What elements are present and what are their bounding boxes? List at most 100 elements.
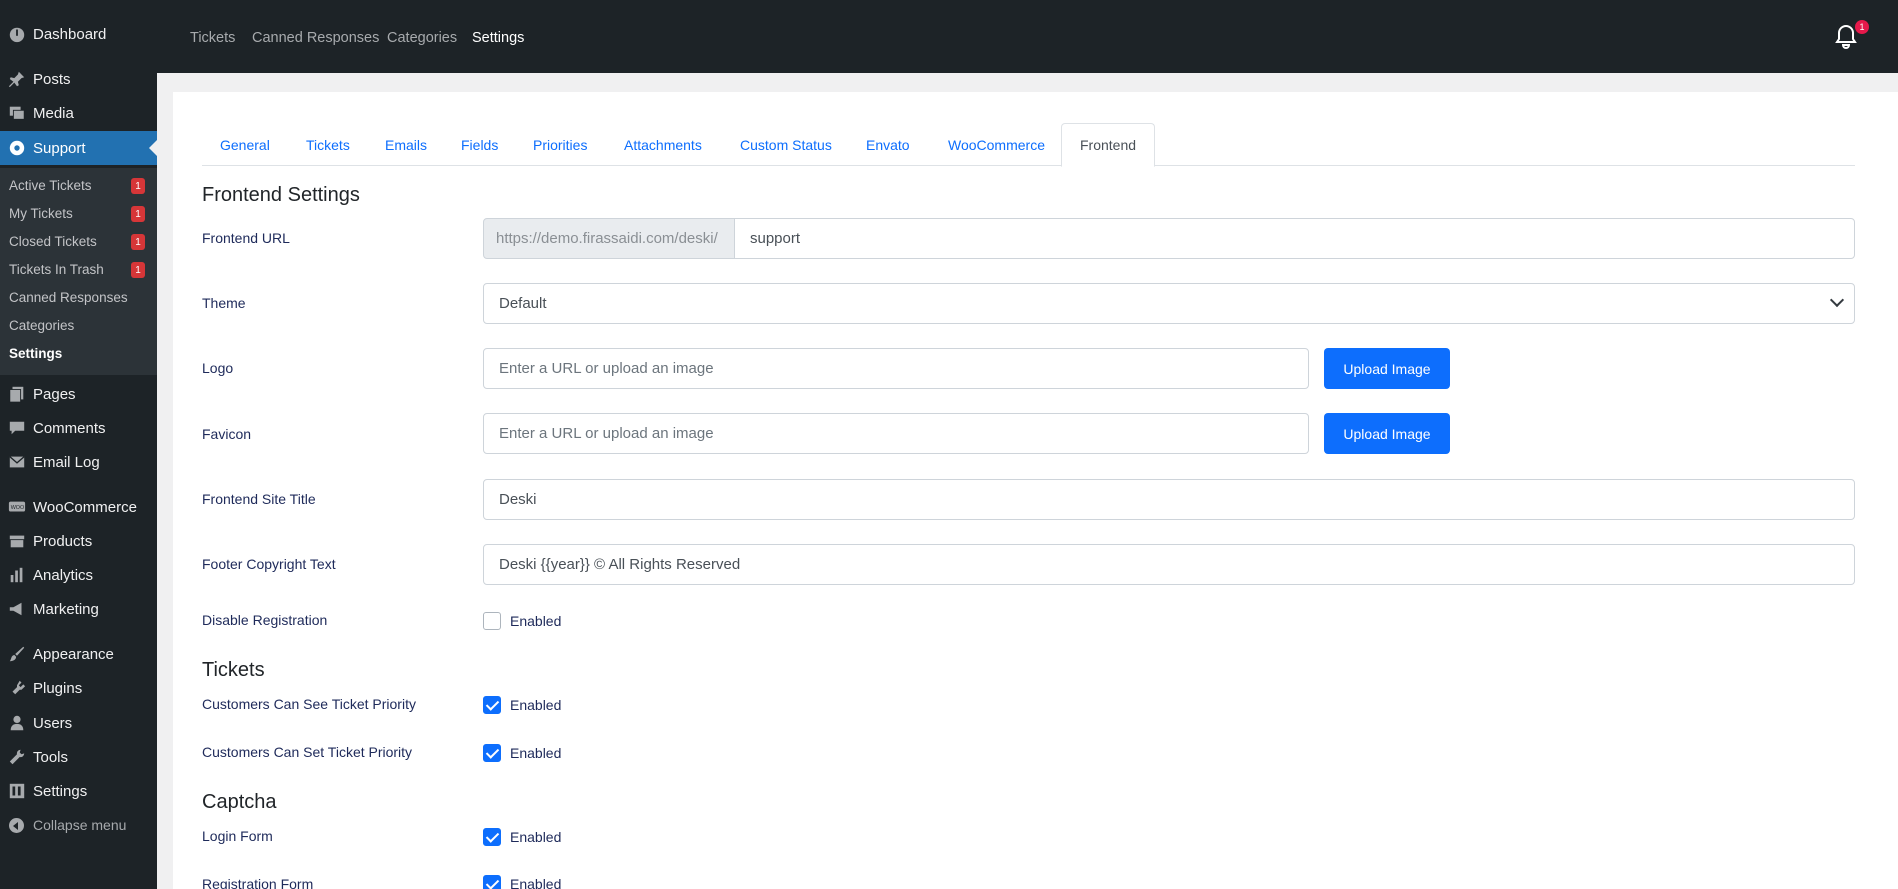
collapse-icon — [0, 817, 33, 833]
count-badge: 1 — [131, 178, 145, 194]
menu-woocommerce[interactable]: WOO WooCommerce — [0, 490, 157, 524]
menu-media[interactable]: Media — [0, 96, 157, 130]
set-priority-label: Customers Can Set Ticket Priority — [202, 744, 413, 760]
tab-envato[interactable]: Envato — [848, 123, 928, 166]
menu-label: Analytics — [33, 566, 94, 584]
wrench-icon — [0, 748, 33, 766]
menu-label: Comments — [33, 419, 106, 437]
support-icon — [0, 139, 33, 157]
tab-custom-status[interactable]: Custom Status — [722, 123, 850, 166]
top-link-canned-responses[interactable]: Canned Responses — [252, 30, 379, 46]
disable-registration-enabled-text: Enabled — [510, 613, 562, 629]
tab-tickets[interactable]: Tickets — [288, 123, 368, 166]
menu-label: Users — [33, 714, 73, 732]
favicon-input[interactable]: Enter a URL or upload an image — [483, 413, 1309, 454]
menu-label: Plugins — [33, 679, 83, 697]
menu-products[interactable]: Products — [0, 524, 157, 558]
submenu-active-tickets[interactable]: Active Tickets 1 — [0, 171, 157, 199]
favicon-upload-button[interactable]: Upload Image — [1324, 413, 1450, 454]
woo-icon: WOO — [0, 498, 33, 516]
submenu-label: My Tickets — [9, 205, 73, 221]
submenu-label: Closed Tickets — [9, 233, 97, 249]
pages-icon — [0, 385, 33, 403]
footer-text-input[interactable]: Deski {{year}} © All Rights Reserved — [483, 544, 1855, 585]
menu-analytics[interactable]: Analytics — [0, 558, 157, 592]
set-priority-enabled-text: Enabled — [510, 745, 562, 761]
media-icon — [0, 104, 33, 122]
dashboard-icon — [0, 25, 33, 43]
submenu-label: Active Tickets — [9, 177, 92, 193]
user-icon — [0, 714, 33, 732]
menu-marketing[interactable]: Marketing — [0, 592, 157, 626]
submenu-canned-responses[interactable]: Canned Responses — [0, 283, 157, 311]
brush-icon — [0, 645, 33, 663]
chevron-down-icon — [1829, 292, 1845, 308]
tab-priorities[interactable]: Priorities — [515, 123, 605, 166]
menu-label: Tools — [33, 748, 69, 766]
set-priority-checkbox[interactable] — [483, 744, 501, 762]
svg-text:WOO: WOO — [10, 505, 23, 511]
menu-comments[interactable]: Comments — [0, 411, 157, 445]
menu-label: Dashboard — [33, 25, 107, 43]
submenu-categories[interactable]: Categories — [0, 311, 157, 339]
favicon-label: Favicon — [202, 426, 252, 442]
menu-label: Support — [33, 139, 86, 157]
tab-frontend[interactable]: Frontend — [1061, 123, 1156, 167]
menu-label: Posts — [33, 70, 71, 88]
tab-woocommerce[interactable]: WooCommerce — [930, 123, 1063, 166]
site-title-input[interactable]: Deski — [483, 479, 1855, 520]
theme-label: Theme — [202, 295, 246, 311]
disable-registration-label: Disable Registration — [202, 612, 328, 628]
menu-tools[interactable]: Tools — [0, 740, 157, 774]
menu-dashboard[interactable]: Dashboard — [0, 17, 157, 51]
products-icon — [0, 532, 33, 550]
settings-tabs: General Tickets Emails Fields Priorities… — [202, 123, 1855, 167]
menu-posts[interactable]: Posts — [0, 62, 157, 96]
menu-label: Products — [33, 532, 93, 550]
submenu-closed-tickets[interactable]: Closed Tickets 1 — [0, 227, 157, 255]
megaphone-icon — [0, 600, 33, 618]
menu-email-log[interactable]: Email Log — [0, 445, 157, 479]
logo-upload-button[interactable]: Upload Image — [1324, 348, 1450, 389]
frontend-url-input[interactable]: support — [734, 218, 1855, 259]
section-title-frontend: Frontend Settings — [202, 184, 360, 206]
submenu-label: Settings — [9, 345, 63, 361]
collapse-menu-button[interactable]: Collapse menu — [0, 808, 157, 842]
see-priority-enabled-text: Enabled — [510, 697, 562, 713]
count-badge: 1 — [131, 206, 145, 222]
comments-icon — [0, 419, 33, 437]
disable-registration-checkbox[interactable] — [483, 612, 501, 630]
top-link-tickets[interactable]: Tickets — [190, 30, 235, 46]
theme-select-value: Default — [499, 295, 547, 312]
logo-input[interactable]: Enter a URL or upload an image — [483, 348, 1309, 389]
registration-form-label: Registration Form — [202, 876, 314, 889]
registration-form-checkbox[interactable] — [483, 875, 501, 889]
menu-label: WooCommerce — [33, 498, 137, 516]
menu-pages[interactable]: Pages — [0, 377, 157, 411]
submenu-my-tickets[interactable]: My Tickets 1 — [0, 199, 157, 227]
menu-support[interactable]: Support — [0, 131, 157, 165]
tab-attachments[interactable]: Attachments — [606, 123, 720, 166]
menu-users[interactable]: Users — [0, 706, 157, 740]
submenu-label: Categories — [9, 317, 75, 333]
notification-badge: 1 — [1855, 20, 1869, 34]
theme-select[interactable]: Default — [483, 283, 1855, 324]
menu-settings[interactable]: Settings — [0, 774, 157, 808]
submenu-settings[interactable]: Settings — [0, 339, 157, 367]
footer-text-label: Footer Copyright Text — [202, 556, 336, 572]
tab-emails[interactable]: Emails — [367, 123, 445, 166]
email-icon — [0, 453, 33, 471]
tab-fields[interactable]: Fields — [443, 123, 516, 166]
submenu-tickets-in-trash[interactable]: Tickets In Trash 1 — [0, 255, 157, 283]
menu-appearance[interactable]: Appearance — [0, 637, 157, 671]
submenu-label: Canned Responses — [9, 289, 128, 305]
top-link-settings[interactable]: Settings — [472, 30, 524, 46]
top-link-categories[interactable]: Categories — [387, 30, 457, 46]
login-form-label: Login Form — [202, 828, 273, 844]
see-priority-checkbox[interactable] — [483, 696, 501, 714]
login-form-checkbox[interactable] — [483, 828, 501, 846]
registration-form-enabled-text: Enabled — [510, 876, 562, 889]
tab-general[interactable]: General — [202, 123, 288, 166]
menu-label: Settings — [33, 782, 88, 800]
menu-plugins[interactable]: Plugins — [0, 671, 157, 705]
